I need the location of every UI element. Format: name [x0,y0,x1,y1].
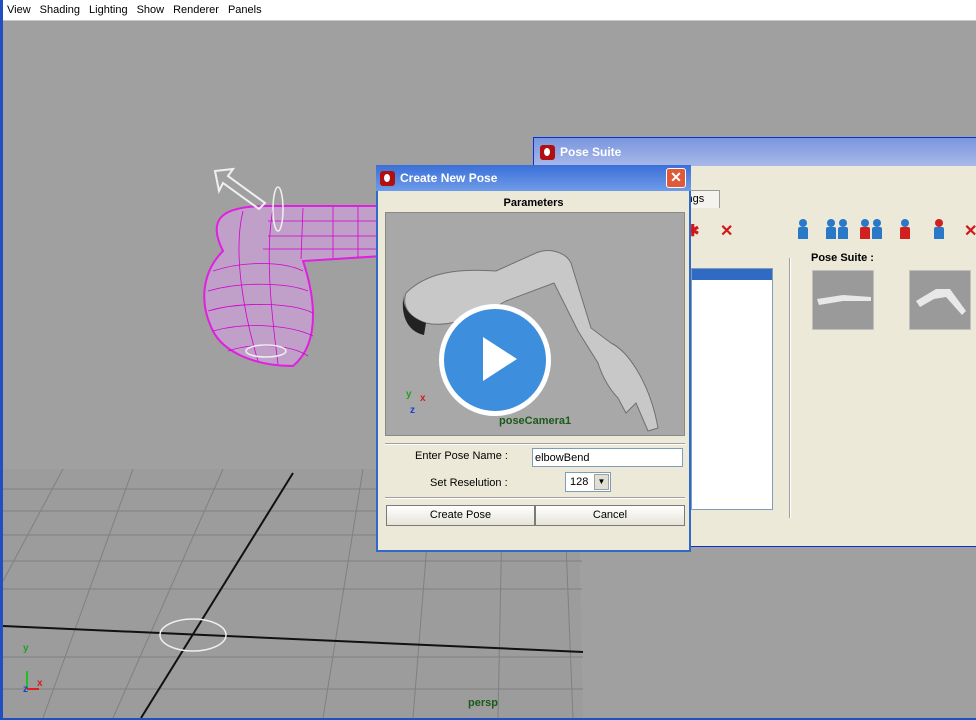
play-button[interactable] [439,304,551,416]
menu-lighting[interactable]: Lighting [89,4,128,16]
close-pose-icon[interactable]: ✕ [962,217,976,241]
pose-list[interactable] [691,268,773,510]
flip-pose-icon[interactable] [894,217,916,241]
create-pose-button[interactable]: Create Pose [386,505,535,526]
swap-pose-icon[interactable] [928,217,950,241]
move-arrow-icon[interactable] [213,167,267,211]
resolution-value: 128 [570,476,589,488]
poses-label: Pose Suite : [811,252,874,264]
create-new-pose-dialog: Create New Pose ✕ Parameters y x z poseC… [376,165,691,552]
pose-name-input[interactable] [532,448,683,467]
arm-mesh[interactable] [203,205,384,368]
resolution-select[interactable]: 128 ▼ [565,472,611,492]
section-label: Parameters [503,197,564,209]
maya-app: View Shading Lighting Show Renderer Pane… [0,0,976,720]
pane-divider [789,258,791,518]
dialog-title: Create New Pose [400,171,498,185]
menu-show[interactable]: Show [137,4,165,16]
close-button[interactable]: ✕ [666,168,686,188]
dialog-titlebar[interactable]: Create New Pose ✕ [376,165,691,191]
pose-suite-title: Pose Suite [560,145,622,159]
axis-x-label: x [37,678,43,689]
mirror-figure-icon[interactable] [826,217,848,241]
figure-icon[interactable] [792,217,814,241]
pose-suite-toolbar: ✱ ✕ ✕ [684,212,976,246]
pair-figure-icon[interactable] [860,217,882,241]
pose-list-selected-row[interactable] [692,269,772,280]
camera-label: persp [468,697,498,709]
viewport-menubar: View Shading Lighting Show Renderer Pane… [3,0,976,21]
menu-renderer[interactable]: Renderer [173,4,219,16]
pose-preview: y x z poseCamera1 [385,212,685,436]
preview-axis-y: y [406,389,412,400]
delete-pose-icon[interactable]: ✕ [718,217,740,241]
maya-icon [380,170,395,186]
chevron-down-icon[interactable]: ▼ [594,474,609,490]
pose-thumbnail[interactable] [812,270,874,330]
separator [385,443,685,445]
pose-thumbnail[interactable] [909,270,971,330]
menu-shading[interactable]: Shading [40,4,80,16]
menu-panels[interactable]: Panels [228,4,262,16]
axis-z-label: z [23,684,28,695]
preview-axis-x: x [420,393,426,404]
cancel-button[interactable]: Cancel [535,505,685,526]
maya-icon [540,144,555,160]
axis-y-label: y [23,643,29,654]
resolution-label: Set Reselution : [430,477,508,489]
pose-name-label: Enter Pose Name : [415,450,508,462]
separator [385,497,685,499]
preview-axis-z: z [410,405,415,416]
pose-suite-titlebar[interactable]: Pose Suite [534,138,976,166]
pose-camera-label: poseCamera1 [499,415,572,427]
menu-view[interactable]: View [7,4,31,16]
